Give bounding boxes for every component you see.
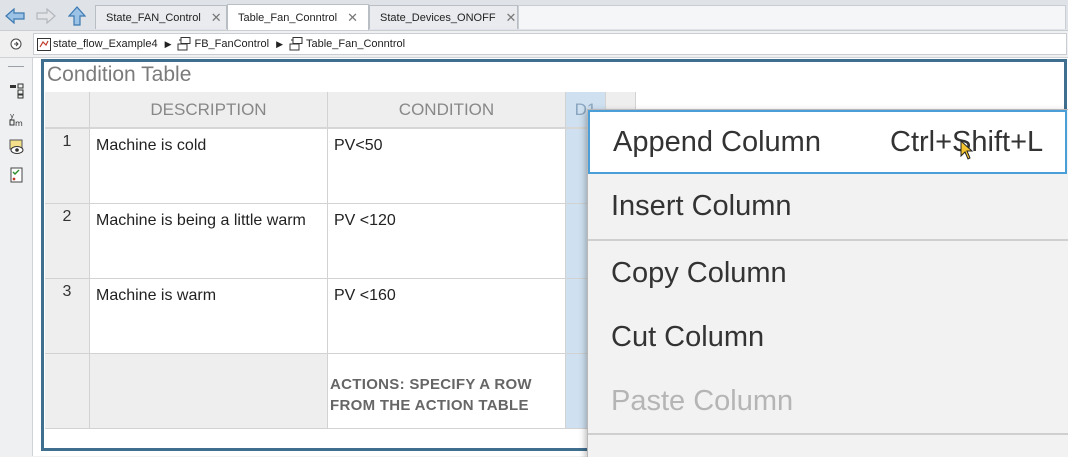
view-button[interactable] [8, 138, 26, 156]
tab-state-fan-control[interactable]: State_FAN_Control ✕ [95, 5, 227, 29]
toolbar-divider [8, 66, 24, 67]
menu-item-paste-column: Paste Column [588, 369, 1068, 433]
svg-text:m: m [15, 119, 23, 127]
tab-label: Table_Fan_Conntrol [238, 11, 338, 24]
condition-cell[interactable]: PV <120 [328, 204, 566, 279]
menu-item-label: Cut Column [611, 320, 765, 353]
breadcrumb-label: FB_FanControl [194, 38, 270, 50]
tab-label: State_FAN_Control [106, 11, 201, 24]
condition-cell[interactable]: PV<50 [328, 129, 566, 204]
explorer-toggle-button[interactable] [10, 37, 22, 55]
close-tab-icon[interactable]: ✕ [506, 10, 517, 26]
menu-item-label: Append Column [613, 125, 821, 158]
check-table-button[interactable] [8, 166, 26, 184]
add-row-icon [10, 83, 24, 99]
menu-separator [588, 433, 1068, 435]
forward-arrow-icon [36, 8, 56, 24]
forward-button[interactable] [36, 6, 56, 26]
menu-item-label: Paste Column [611, 384, 794, 417]
actions-description-cell [90, 354, 328, 429]
function-block-icon [289, 37, 303, 51]
breadcrumb-item-fb[interactable]: FB_FanControl [174, 37, 269, 51]
condition-table-title: Condition Table [47, 63, 192, 86]
svg-text:y: y [10, 112, 14, 120]
description-header[interactable]: DESCRIPTION [90, 92, 328, 129]
row-number[interactable]: 3 [45, 279, 90, 354]
close-tab-icon[interactable]: ✕ [211, 10, 222, 26]
back-button[interactable] [5, 6, 25, 26]
corner-header-cell [45, 92, 90, 129]
function-block-icon [177, 37, 191, 51]
menu-item-label: Insert Column [611, 189, 792, 222]
eye-icon [9, 139, 24, 154]
circle-arrow-icon [10, 38, 22, 50]
tab-state-devices-onoff[interactable]: State_Devices_ONOFF ✕ [369, 5, 518, 29]
breadcrumb-separator-icon: ▶ [276, 38, 283, 49]
description-cell[interactable]: Machine is being a little warm [90, 204, 328, 279]
breadcrumb-item-model[interactable]: state_flow_Example4 [34, 37, 158, 51]
breadcrumb-label: state_flow_Example4 [53, 38, 158, 50]
breadcrumb-item-table[interactable]: Table_Fan_Conntrol [286, 37, 405, 51]
checklist-icon [10, 167, 23, 183]
close-tab-icon[interactable]: ✕ [347, 10, 358, 26]
menu-item-cut-column[interactable]: Cut Column [588, 305, 1068, 369]
description-cell[interactable]: Machine is cold [90, 129, 328, 204]
up-to-parent-button[interactable] [67, 6, 87, 26]
add-column-icon: ym [9, 112, 23, 127]
condition-header[interactable]: CONDITION [328, 92, 566, 129]
add-column-button[interactable]: ym [8, 110, 26, 128]
mouse-pointer-icon [960, 139, 974, 165]
actions-row-number-cell [45, 354, 90, 429]
tab-label: State_Devices_ONOFF [380, 11, 496, 24]
menu-item-copy-column[interactable]: Copy Column [588, 241, 1068, 305]
breadcrumb: state_flow_Example4 ▶ FB_FanControl ▶ Ta… [33, 33, 1067, 55]
tab-table-fan-conntrol[interactable]: Table_Fan_Conntrol ✕ [227, 4, 369, 30]
description-cell[interactable]: Machine is warm [90, 279, 328, 354]
breadcrumb-separator-icon: ▶ [164, 38, 172, 49]
tab-bar-empty-area [518, 5, 1066, 29]
column-context-menu: Append Column Ctrl+Shift+L Insert Column… [587, 109, 1068, 457]
menu-item-label: Copy Column [611, 256, 787, 289]
menu-item-append-column[interactable]: Append Column Ctrl+Shift+L [588, 110, 1067, 174]
row-number[interactable]: 2 [45, 204, 90, 279]
breadcrumb-label: Table_Fan_Conntrol [306, 38, 406, 50]
back-arrow-icon [5, 8, 25, 24]
condition-cell[interactable]: PV <160 [328, 279, 566, 354]
add-row-button[interactable] [8, 82, 26, 100]
chart-block-icon [37, 37, 51, 51]
actions-label: ACTIONS: SPECIFY A ROW FROM THE ACTION T… [328, 354, 566, 429]
row-number[interactable]: 1 [45, 129, 90, 204]
up-arrow-icon [68, 6, 86, 26]
menu-item-insert-column[interactable]: Insert Column [588, 174, 1068, 238]
